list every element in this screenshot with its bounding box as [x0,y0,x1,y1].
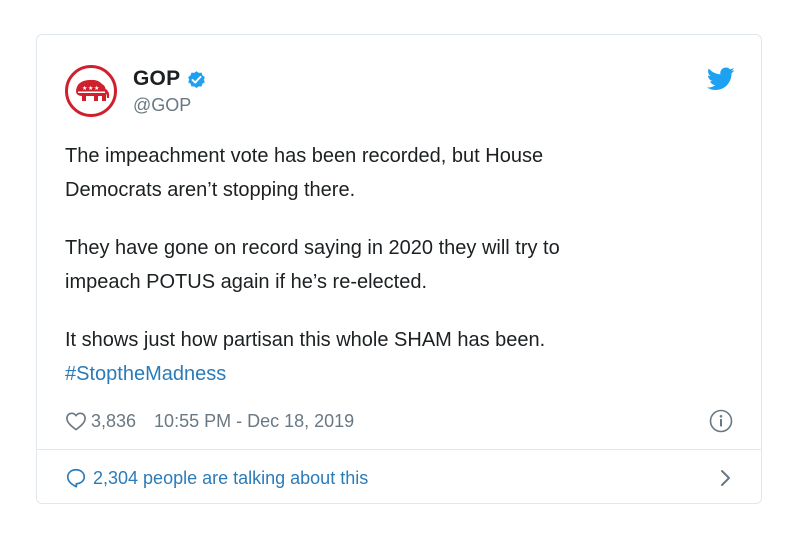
account-name-row: GOP [133,65,207,93]
tweet-paragraph: The impeachment vote has been recorded, … [65,139,735,207]
tweet-paragraph: It shows just how partisan this whole SH… [65,323,735,391]
tweet-line: The impeachment vote has been recorded, … [65,145,544,167]
gop-elephant-avatar[interactable]: ★ ★ ★ [65,65,117,117]
chevron-right-icon[interactable] [719,468,733,488]
tweet-meta-row: 3,836 10:55 PM - Dec 18, 2019 [65,407,735,435]
svg-text:★: ★ [94,85,99,92]
conversation-link[interactable]: 2,304 people are talking about this [65,463,735,493]
tweet-line: They have gone on record saying in 2020 … [65,237,560,259]
like-count[interactable]: 3,836 [91,411,136,432]
svg-text:★: ★ [82,85,87,92]
hashtag-link[interactable]: #StoptheMadness [65,363,226,385]
tweet-timestamp[interactable]: 10:55 PM - Dec 18, 2019 [154,411,354,432]
svg-text:★: ★ [88,85,93,92]
account-name[interactable]: GOP [133,67,180,91]
tweet-line: It shows just how partisan this whole SH… [65,329,546,351]
tweet-header: ★ ★ ★ GOP @GOP [65,63,735,123]
divider [37,449,761,450]
verified-badge-icon [188,70,206,88]
heart-icon[interactable] [65,411,87,431]
tweet-line: Democrats aren’t stopping there. [65,179,356,201]
talking-count-text[interactable]: 2,304 people are talking about this [93,468,368,489]
twitter-bird-icon[interactable] [707,67,735,91]
tweet-line: impeach POTUS again if he’s re-elected. [65,271,428,293]
speech-bubble-icon [66,468,86,488]
tweet-card[interactable]: ★ ★ ★ GOP @GOP The impeachment vote has … [36,34,762,504]
account-handle[interactable]: @GOP [133,95,191,116]
tweet-text: The impeachment vote has been recorded, … [65,139,735,415]
tweet-paragraph: They have gone on record saying in 2020 … [65,231,735,299]
info-icon[interactable] [709,409,733,433]
